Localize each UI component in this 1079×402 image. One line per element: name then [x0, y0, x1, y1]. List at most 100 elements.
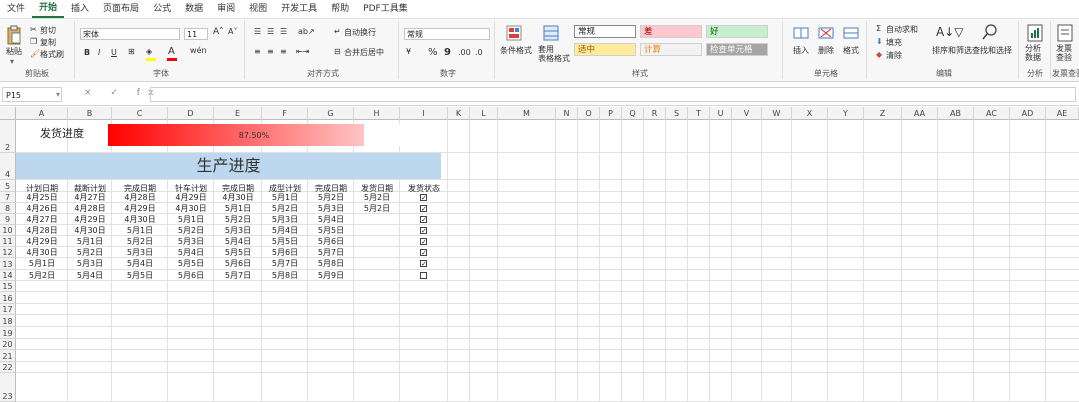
font-size-select[interactable]: 11	[184, 28, 208, 40]
table-cell[interactable]: 4月28日	[16, 225, 68, 236]
align-right-icon[interactable]: ≡	[280, 47, 287, 56]
wrap-text-icon[interactable]: ↵	[334, 27, 341, 36]
tab-9[interactable]: 帮助	[324, 0, 356, 18]
table-cell[interactable]: 5月7日	[262, 258, 308, 269]
table-cell[interactable]: 4月29日	[16, 236, 68, 247]
cell-style-0[interactable]: 常规	[574, 25, 636, 38]
table-cell[interactable]: 4月28日	[68, 203, 112, 214]
row-header[interactable]: 22	[0, 362, 16, 373]
tab-7[interactable]: 视图	[242, 0, 274, 18]
table-cell[interactable]: 5月7日	[308, 247, 354, 258]
column-header[interactable]: AC	[974, 107, 1010, 120]
shipped-checkbox[interactable]: ✓	[420, 205, 427, 213]
increase-decimal-icon[interactable]: .00	[458, 48, 471, 57]
copy-icon[interactable]: ❐	[30, 37, 37, 46]
column-header[interactable]: M	[498, 107, 556, 120]
table-cell[interactable]: 5月4日	[308, 214, 354, 225]
border-icon[interactable]: ⊞	[128, 47, 135, 56]
table-format-icon[interactable]	[543, 25, 559, 41]
column-header[interactable]: P	[600, 107, 622, 120]
shipped-checkbox[interactable]: ✓	[420, 194, 427, 202]
table-cell[interactable]: 5月6日	[308, 236, 354, 247]
table-cell[interactable]: 5月2日	[308, 192, 354, 203]
comma-button[interactable]: 9	[444, 47, 451, 58]
column-header[interactable]: Q	[622, 107, 644, 120]
fill-icon[interactable]: ⬇	[876, 37, 883, 46]
shipped-checkbox[interactable]	[420, 272, 427, 279]
phonetic-icon[interactable]: wén	[190, 46, 207, 55]
italic-button[interactable]: I	[98, 48, 100, 57]
row-header[interactable]: 11	[0, 236, 16, 247]
table-cell[interactable]: 5月1日	[214, 203, 262, 214]
row-header[interactable]: 16	[0, 292, 16, 304]
select-all-corner[interactable]	[0, 107, 16, 120]
table-cell[interactable]: 5月7日	[214, 270, 262, 281]
table-cell[interactable]: 5月1日	[262, 192, 308, 203]
conditional-format-icon[interactable]	[506, 25, 522, 41]
table-cell[interactable]: 5月5日	[112, 270, 168, 281]
table-cell[interactable]: 4月29日	[68, 214, 112, 225]
table-cell[interactable]: 5月6日	[262, 247, 308, 258]
column-header[interactable]: U	[710, 107, 732, 120]
tab-6[interactable]: 审阅	[210, 0, 242, 18]
font-name-select[interactable]: 宋体	[80, 28, 180, 40]
table-cell[interactable]: 5月8日	[308, 258, 354, 269]
invoice-check-icon[interactable]	[1057, 24, 1073, 42]
column-header[interactable]: S	[666, 107, 688, 120]
row-header[interactable]: 14	[0, 270, 16, 281]
find-select-button[interactable]: 查找和选择	[972, 45, 1012, 56]
column-header[interactable]: D	[168, 107, 214, 120]
name-box-dropdown-icon[interactable]: ▾	[56, 90, 60, 99]
table-cell[interactable]: 5月6日	[168, 270, 214, 281]
table-cell[interactable]: 5月4日	[262, 225, 308, 236]
analyze-data-icon[interactable]	[1027, 24, 1043, 42]
row-header[interactable]: 8	[0, 203, 16, 214]
row-header[interactable]: 5	[0, 180, 16, 192]
row-header[interactable]: 12	[0, 247, 16, 258]
column-header[interactable]: C	[112, 107, 168, 120]
autosum-button[interactable]: 自动求和	[886, 24, 918, 35]
cell-style-1[interactable]: 差	[640, 25, 702, 38]
name-box[interactable]: P15	[2, 87, 62, 102]
table-cell[interactable]: 4月27日	[16, 214, 68, 225]
shipped-checkbox[interactable]: ✓	[420, 238, 427, 246]
column-header[interactable]: X	[792, 107, 828, 120]
row-header[interactable]: 19	[0, 327, 16, 339]
table-cell[interactable]: 5月4日	[168, 247, 214, 258]
align-center-icon[interactable]: ≡	[267, 47, 274, 56]
column-header[interactable]: AA	[902, 107, 938, 120]
column-header[interactable]: B	[68, 107, 112, 120]
format-painter-icon[interactable]: 🖌	[30, 49, 40, 58]
find-select-icon[interactable]	[982, 23, 998, 41]
tab-10[interactable]: PDF工具集	[356, 0, 415, 18]
column-header[interactable]: N	[556, 107, 578, 120]
analyze-data-button[interactable]: 分析 数据	[1025, 44, 1041, 62]
column-header[interactable]: H	[354, 107, 400, 120]
row-header[interactable]: 23	[0, 373, 16, 402]
table-cell[interactable]: 5月2日	[168, 225, 214, 236]
delete-button[interactable]: 删除	[818, 45, 834, 56]
table-cell[interactable]: 5月1日	[68, 236, 112, 247]
align-top-icon[interactable]: ☰	[254, 27, 261, 36]
column-header[interactable]: I	[400, 107, 448, 120]
formula-input[interactable]	[150, 87, 1076, 102]
fill-color-icon[interactable]: ◈	[146, 47, 152, 56]
cell-style-4[interactable]: 计算	[640, 43, 702, 56]
insert-button[interactable]: 插入	[793, 45, 809, 56]
row-header[interactable]: 21	[0, 350, 16, 362]
column-header[interactable]: AE	[1046, 107, 1079, 120]
conditional-format-button[interactable]: 条件格式	[500, 45, 532, 56]
row-header[interactable]: 18	[0, 315, 16, 327]
table-cell[interactable]: 5月3日	[68, 258, 112, 269]
column-header[interactable]: AB	[938, 107, 974, 120]
merge-icon[interactable]: ⊟	[334, 47, 341, 56]
table-cell[interactable]: 5月3日	[168, 236, 214, 247]
table-cell[interactable]: 5月2日	[16, 270, 68, 281]
table-cell[interactable]: 5月3日	[262, 214, 308, 225]
autosum-icon[interactable]: Σ	[876, 24, 881, 33]
tab-3[interactable]: 页面布局	[96, 0, 146, 18]
row-header[interactable]: 15	[0, 281, 16, 292]
column-header[interactable]: G	[308, 107, 354, 120]
table-cell[interactable]: 4月30日	[168, 203, 214, 214]
column-header[interactable]: R	[644, 107, 666, 120]
